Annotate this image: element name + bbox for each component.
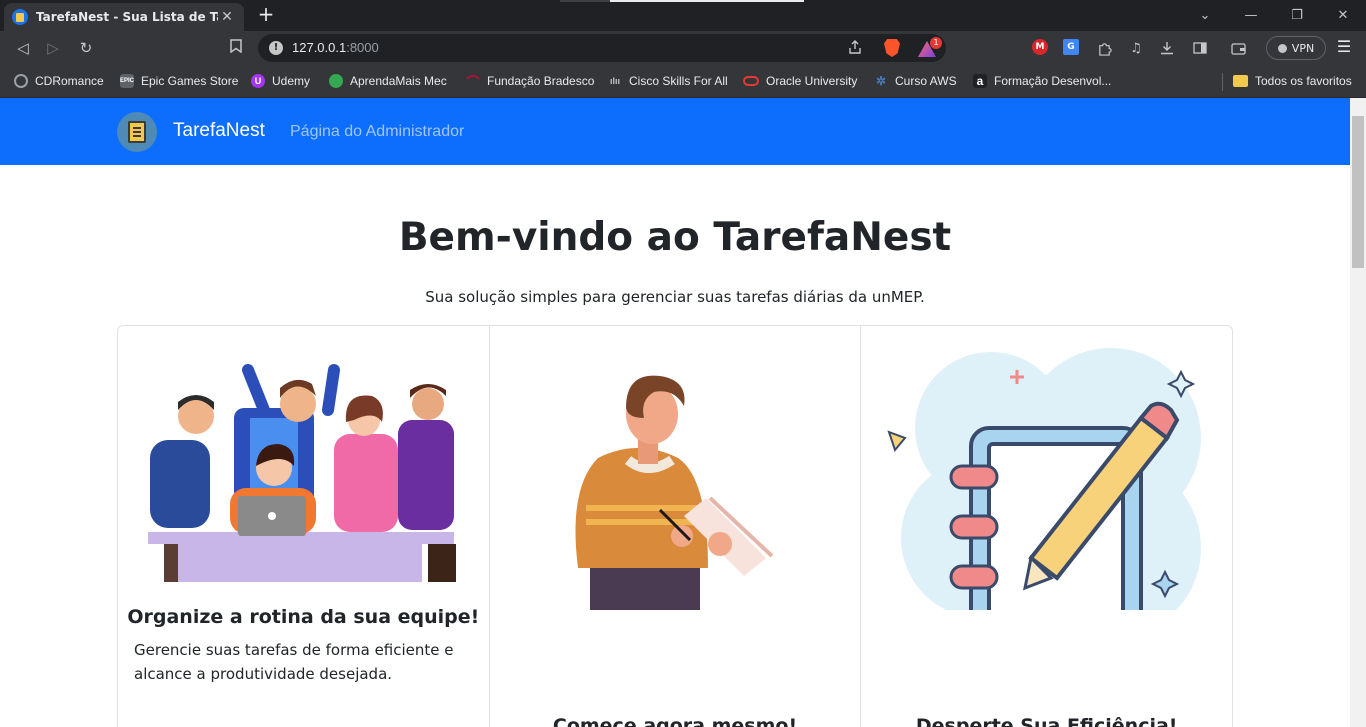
- browser-tab-active[interactable]: TarefaNest - Sua Lista de Tarefas ✕: [4, 3, 244, 31]
- url-host: 127.0.0.1: [292, 40, 347, 55]
- oracle-icon: [743, 76, 759, 86]
- media-music-icon[interactable]: ♫: [1127, 39, 1145, 57]
- mega-extension-icon[interactable]: M: [1032, 39, 1048, 55]
- sidebar-toggle-icon[interactable]: [1191, 39, 1209, 57]
- vpn-status-icon: [1277, 43, 1287, 53]
- new-tab-button[interactable]: +: [256, 4, 276, 24]
- vpn-label: VPN: [1291, 41, 1315, 55]
- bookmark-label: Epic Games Store: [141, 74, 239, 88]
- bookmark-aprendamais[interactable]: AprendaMais Mec: [329, 72, 447, 90]
- alura-icon: a: [973, 74, 987, 88]
- page-scrollbar[interactable]: [1350, 98, 1366, 727]
- bradesco-icon: ⌒: [466, 74, 480, 90]
- feature-card: Comece agora mesmo!: [488, 326, 861, 727]
- tab-search-icon[interactable]: ⌄: [1182, 0, 1228, 31]
- card-title: Desperte Sua Eficiência!: [915, 715, 1178, 727]
- share-icon[interactable]: [846, 39, 864, 57]
- bookmark-aws[interactable]: ✲ Curso AWS: [874, 72, 957, 90]
- address-bar[interactable]: ! 127.0.0.1:8000 1: [258, 34, 946, 62]
- minimize-button[interactable]: —: [1228, 0, 1274, 31]
- restore-button[interactable]: ❐: [1274, 0, 1320, 31]
- bookmark-label: Fundação Bradesco: [487, 74, 595, 88]
- url-port: :8000: [346, 40, 379, 55]
- bookmark-icon[interactable]: [225, 37, 247, 59]
- wallet-icon[interactable]: [1229, 39, 1247, 57]
- all-bookmarks-label: Todos os favoritos: [1255, 74, 1352, 88]
- card-text: Gerencie suas tarefas de forma eficiente…: [134, 641, 454, 683]
- site-info-icon[interactable]: !: [269, 41, 283, 55]
- folder-icon: [1233, 75, 1248, 87]
- bookmark-epic-games[interactable]: EPIC Epic Games Store: [120, 72, 238, 90]
- close-window-button[interactable]: ✕: [1320, 0, 1366, 31]
- downloads-icon[interactable]: [1158, 39, 1176, 57]
- bookmark-formacao[interactable]: a Formação Desenvol...: [973, 72, 1111, 90]
- card-title: Organize a rotina da sua equipe!: [127, 606, 480, 628]
- all-bookmarks-folder[interactable]: Todos os favoritos: [1233, 72, 1352, 90]
- notebook-favicon-icon: [12, 9, 28, 25]
- admin-page-link[interactable]: Página do Administrador: [290, 123, 464, 141]
- bookmarks-bar: CDRomance EPIC Epic Games Store U Udemy …: [0, 64, 1366, 98]
- aws-icon: ✲: [875, 74, 887, 88]
- vpn-button[interactable]: VPN: [1266, 36, 1326, 60]
- bookmarks-separator: [1222, 73, 1223, 91]
- notebook-logo-icon[interactable]: [117, 112, 157, 152]
- cisco-icon: ılıı: [609, 76, 620, 86]
- bookmark-label: Udemy: [272, 74, 311, 88]
- bookmark-oracle[interactable]: Oracle University: [743, 72, 857, 90]
- window-controls: ⌄ — ❐ ✕: [1182, 0, 1366, 31]
- reload-icon[interactable]: ↻: [75, 37, 97, 59]
- forward-arrow-icon[interactable]: ▷: [42, 37, 64, 59]
- bookmark-udemy[interactable]: U Udemy: [251, 72, 310, 90]
- extensions-puzzle-icon[interactable]: [1095, 39, 1113, 57]
- person-writing-illustration: [575, 375, 774, 610]
- tab-strip-accent: [560, 0, 610, 2]
- feature-card: Desperte Sua Eficiência!: [860, 326, 1232, 727]
- card-title: Comece agora mesmo!: [552, 715, 798, 727]
- notebook-pencil-illustration: [887, 348, 1202, 610]
- team-illustration: [148, 364, 456, 582]
- page-subtitle: Sua solução simples para gerenciar suas …: [425, 288, 925, 306]
- bookmark-label: Oracle University: [766, 74, 858, 88]
- epic-icon: EPIC: [120, 74, 134, 88]
- bookmark-label: Cisco Skills For All: [629, 74, 728, 88]
- bookmark-cisco[interactable]: ılıı Cisco Skills For All: [608, 72, 728, 90]
- page-viewport: TarefaNest Página do Administrador Bem-v…: [0, 98, 1366, 727]
- feature-cards: Organize a rotina da sua equipe! Gerenci…: [117, 325, 1233, 727]
- bookmark-label: Curso AWS: [895, 74, 957, 88]
- udemy-icon: U: [251, 74, 265, 88]
- bookmark-label: Formação Desenvol...: [994, 74, 1112, 88]
- browser-toolbar: ◁ ▷ ↻ ! 127.0.0.1:8000 1 M G ♫ VPN ☰: [0, 31, 1366, 64]
- feature-card: Organize a rotina da sua equipe! Gerenci…: [118, 326, 489, 727]
- scrollbar-thumb[interactable]: [1352, 116, 1364, 268]
- browser-tab-bar: TarefaNest - Sua Lista de Tarefas ✕ + ⌄ …: [0, 0, 1366, 31]
- tab-title: TarefaNest - Sua Lista de Tarefas: [36, 10, 218, 24]
- brave-shields-icon[interactable]: [884, 39, 900, 57]
- bookmark-bradesco[interactable]: ⌒ Fundação Bradesco: [466, 72, 594, 90]
- tab-close-icon[interactable]: ✕: [218, 9, 236, 25]
- brand-name[interactable]: TarefaNest: [173, 120, 265, 142]
- tab-strip-highlight: [610, 0, 804, 2]
- bookmark-cdromance[interactable]: CDRomance: [14, 72, 104, 90]
- rewards-badge: 1: [930, 37, 942, 49]
- page-title: Bem-vindo ao TarefaNest: [398, 215, 952, 260]
- hamburger-menu-icon[interactable]: ☰: [1334, 37, 1354, 59]
- bookmark-label: CDRomance: [35, 74, 104, 88]
- bookmark-label: AprendaMais Mec: [350, 74, 447, 88]
- back-arrow-icon[interactable]: ◁: [12, 37, 34, 59]
- site-navbar: TarefaNest Página do Administrador: [0, 98, 1350, 165]
- disc-icon: [14, 74, 28, 88]
- url-text[interactable]: 127.0.0.1:8000: [292, 40, 379, 55]
- translate-extension-icon[interactable]: G: [1063, 39, 1079, 55]
- mec-icon: [329, 74, 343, 88]
